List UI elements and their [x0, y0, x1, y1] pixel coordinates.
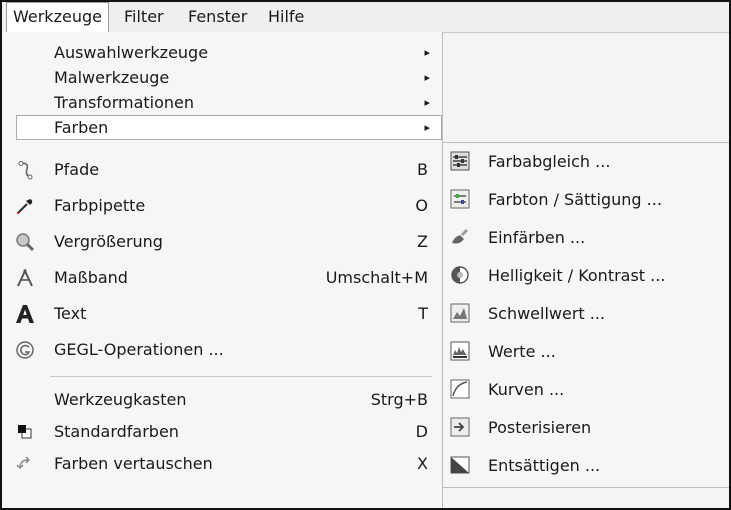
- menu-werkzeuge[interactable]: Werkzeuge: [6, 2, 109, 32]
- menu-item-label: GEGL-Operationen ...: [54, 340, 224, 359]
- submenu-item-label: Posterisieren: [488, 418, 592, 437]
- menu-item-label: Auswahlwerkzeuge: [54, 43, 209, 62]
- shortcut-label: Strg+B: [370, 390, 428, 409]
- menu-item-farben[interactable]: Farben ▸: [16, 115, 442, 140]
- submenu-item-label: Entsättigen ...: [488, 456, 601, 475]
- threshold-icon: [450, 303, 470, 323]
- app-window: Werkzeuge Filter Fenster Hilfe Auswahlwe…: [0, 0, 731, 510]
- menu-item-label: Farben vertauschen: [54, 454, 213, 473]
- menu-item-pfade[interactable]: Pfade B: [2, 152, 442, 188]
- brightness-contrast-icon: [450, 265, 470, 285]
- submenu-item-label: Einfärben ...: [488, 228, 586, 247]
- levels-icon: [450, 341, 470, 361]
- submenu-item-posterisieren[interactable]: Posterisieren: [443, 409, 729, 447]
- menu-item-vergroesserung[interactable]: Vergrößerung Z: [2, 224, 442, 260]
- menu-item-label: Werkzeugkasten: [54, 390, 187, 409]
- submenu-item-helligkeit-kontrast[interactable]: Helligkeit / Kontrast ...: [443, 257, 729, 295]
- menu-separator: [50, 376, 432, 377]
- hue-saturation-icon: [450, 189, 470, 209]
- submenu-item-label: Helligkeit / Kontrast ...: [488, 266, 666, 285]
- shortcut-label: X: [417, 454, 428, 473]
- posterize-icon: [450, 417, 470, 437]
- shortcut-label: T: [418, 304, 428, 323]
- text-icon: [14, 303, 36, 325]
- menu-item-auswahlwerkzeuge[interactable]: Auswahlwerkzeuge ▸: [2, 40, 442, 65]
- menu-item-standardfarben[interactable]: Standardfarben D: [2, 414, 442, 450]
- submenu-item-einfaerben[interactable]: Einfärben ...: [443, 219, 729, 257]
- menu-item-label: Maßband: [54, 268, 128, 287]
- menu-item-transformationen[interactable]: Transformationen ▸: [2, 90, 442, 115]
- menu-item-label: Text: [54, 304, 87, 323]
- menubar: Werkzeuge Filter Fenster Hilfe: [2, 2, 729, 33]
- measure-icon: [14, 267, 36, 289]
- submenu-item-label: Farbton / Sättigung ...: [488, 190, 662, 209]
- shortcut-label: Umschalt+M: [325, 268, 428, 287]
- submenu-arrow-icon: ▸: [424, 121, 430, 134]
- submenu-item-label: Kurven ...: [488, 380, 565, 399]
- menu-hilfe[interactable]: Hilfe: [262, 2, 310, 32]
- menu-fenster[interactable]: Fenster: [182, 2, 253, 32]
- shortcut-label: D: [415, 422, 428, 441]
- swap-colors-icon: [14, 453, 36, 475]
- menu-item-label: Farbpipette: [54, 196, 146, 215]
- menu-item-text[interactable]: Text T: [2, 296, 442, 332]
- tools-menu: Auswahlwerkzeuge ▸ Malwerkzeuge ▸ Transf…: [2, 32, 443, 508]
- submenu-item-entsaettigen[interactable]: Entsättigen ...: [443, 447, 729, 485]
- shortcut-label: O: [415, 196, 428, 215]
- submenu-item-werte[interactable]: Werte ...: [443, 333, 729, 371]
- desaturate-icon: [450, 455, 470, 475]
- menu-item-label: Pfade: [54, 160, 100, 179]
- menu-item-label: Vergrößerung: [54, 232, 163, 251]
- color-picker-icon: [14, 195, 36, 217]
- default-colors-icon: [14, 421, 36, 443]
- menu-item-label: Standardfarben: [54, 422, 179, 441]
- menu-item-label: Malwerkzeuge: [54, 68, 170, 87]
- menu-item-massband[interactable]: Maßband Umschalt+M: [2, 260, 442, 296]
- submenu-item-label: Farbabgleich ...: [488, 152, 611, 171]
- menu-item-label: Farben: [54, 118, 109, 137]
- submenu-item-farbabgleich[interactable]: Farbabgleich ...: [443, 143, 729, 181]
- shortcut-label: B: [417, 160, 428, 179]
- submenu-item-label: Schwellwert ...: [488, 304, 606, 323]
- color-balance-icon: [450, 151, 470, 171]
- gegl-icon: [14, 339, 36, 361]
- menu-filter[interactable]: Filter: [118, 2, 170, 32]
- menu-item-malwerkzeuge[interactable]: Malwerkzeuge ▸: [2, 65, 442, 90]
- colorize-icon: [450, 227, 470, 247]
- curves-icon: [450, 379, 470, 399]
- submenu-arrow-icon: ▸: [424, 71, 430, 84]
- menu-item-farben-vertauschen[interactable]: Farben vertauschen X: [2, 446, 442, 482]
- menu-item-farbpipette[interactable]: Farbpipette O: [2, 188, 442, 224]
- submenu-arrow-icon: ▸: [424, 46, 430, 59]
- submenu-item-kurven[interactable]: Kurven ...: [443, 371, 729, 409]
- submenu-item-farbton-saettigung[interactable]: Farbton / Sättigung ...: [443, 181, 729, 219]
- submenu-item-label: Werte ...: [488, 342, 556, 361]
- menu-item-label: Transformationen: [54, 93, 195, 112]
- paths-icon: [14, 159, 36, 181]
- menu-item-gegl-operationen[interactable]: GEGL-Operationen ...: [2, 332, 442, 368]
- submenu-item-schwellwert[interactable]: Schwellwert ...: [443, 295, 729, 333]
- shortcut-label: Z: [417, 232, 428, 251]
- colors-submenu: Farbabgleich ... Farbton / Sättigung ...…: [442, 142, 729, 488]
- submenu-arrow-icon: ▸: [424, 96, 430, 109]
- menu-item-werkzeugkasten[interactable]: Werkzeugkasten Strg+B: [2, 382, 442, 418]
- zoom-icon: [14, 231, 36, 253]
